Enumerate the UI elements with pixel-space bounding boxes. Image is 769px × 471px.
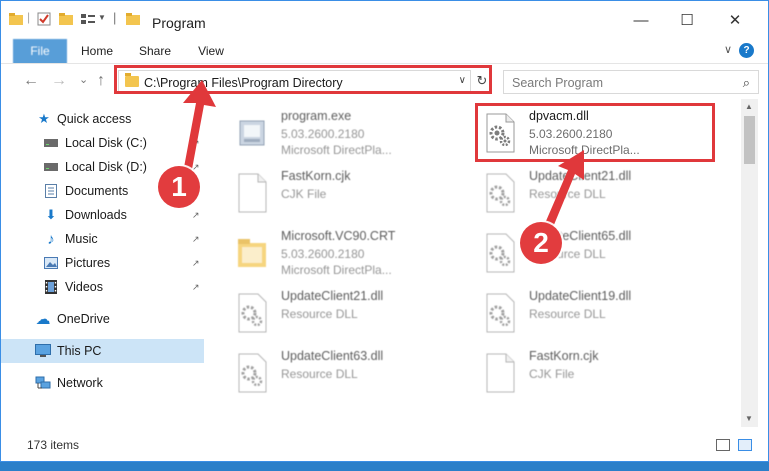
step-1-badge: 1 — [158, 166, 200, 208]
annotation-arrows — [182, 80, 584, 232]
step-2-badge: 2 — [520, 222, 562, 264]
